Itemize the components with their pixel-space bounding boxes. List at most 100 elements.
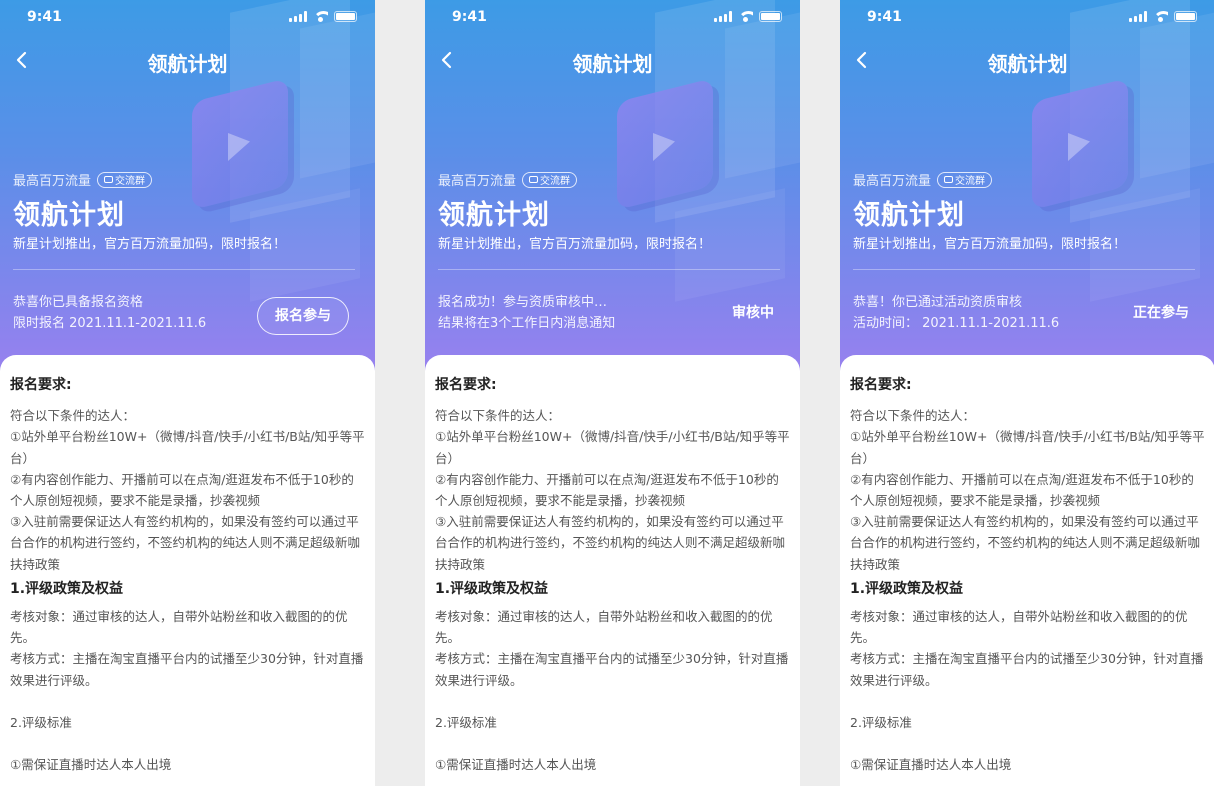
requirement-item: ②有内容创作能力、开播前可以在点淘/逛逛发布不低于10秒的个人原创短视频，要求不… bbox=[435, 471, 779, 509]
battery-icon bbox=[1174, 11, 1197, 22]
requirement-item: ①站外单平台粉丝10W+（微博/抖音/快手/小红书/B站/知乎等平台） bbox=[435, 429, 790, 466]
hero-tagline-row: 最高百万流量 交流群 bbox=[438, 170, 578, 189]
group-chip-label: 交流群 bbox=[955, 176, 986, 187]
group-chat-chip[interactable]: 交流群 bbox=[522, 171, 578, 188]
requirements-intro: 符合以下条件的达人： bbox=[10, 408, 136, 424]
hero-banner: 9:41 领航计划 最高百万流量 交流群 领航计划 新星计划推出，官方百万流量加… bbox=[425, 0, 800, 380]
requirement-item: ③入驻前需要保证达人有签约机构的，如果没有签约可以通过平台合作的机构进行签约，不… bbox=[435, 514, 786, 572]
assess-method: 考核方式：主播在淘宝直播平台内的试播至少30分钟，针对直播效果进行评级。 bbox=[850, 651, 1204, 688]
standard-item: ①需保证直播时达人本人出境 bbox=[10, 757, 172, 773]
group-chat-chip[interactable]: 交流群 bbox=[97, 171, 153, 188]
section-2-heading: 2.评级标准 bbox=[10, 714, 72, 730]
hero-subtitle: 新星计划推出，官方百万流量加码，限时报名！ bbox=[853, 237, 1127, 252]
nav-bar: 领航计划 bbox=[0, 40, 375, 80]
divider bbox=[13, 269, 355, 270]
requirements-heading: 报名要求: bbox=[10, 377, 72, 393]
status-icons bbox=[289, 11, 357, 22]
registration-status: 恭喜你已具备报名资格 限时报名 2021.11.1-2021.11.6 bbox=[13, 292, 206, 334]
requirement-item: ③入驻前需要保证达人有签约机构的，如果没有签约可以通过平台合作的机构进行签约，不… bbox=[850, 514, 1201, 572]
decor-building bbox=[300, 11, 375, 179]
section-2-heading: 2.评级标准 bbox=[850, 714, 912, 730]
requirement-item: ②有内容创作能力、开播前可以在点淘/逛逛发布不低于10秒的个人原创短视频，要求不… bbox=[850, 471, 1194, 509]
status-icons bbox=[714, 11, 782, 22]
group-chip-label: 交流群 bbox=[540, 176, 571, 187]
requirement-item: ③入驻前需要保证达人有签约机构的，如果没有签约可以通过平台合作的机构进行签约，不… bbox=[10, 514, 361, 572]
nav-bar: 领航计划 bbox=[425, 40, 800, 80]
section-heading: 1.评级政策及权益 bbox=[850, 580, 964, 597]
hero-subtitle: 新星计划推出，官方百万流量加码，限时报名！ bbox=[13, 237, 287, 252]
requirements-intro: 符合以下条件的达人： bbox=[435, 408, 561, 424]
chat-icon bbox=[944, 176, 954, 183]
phone-screen-1: 9:41 领航计划 最高百万流量 交流群 领航计划 新星计划推出，官方百万流量加… bbox=[0, 0, 375, 786]
requirement-item: ①站外单平台粉丝10W+（微博/抖音/快手/小红书/B站/知乎等平台） bbox=[10, 429, 365, 466]
chat-icon bbox=[104, 176, 114, 183]
hero-tagline-row: 最高百万流量 交流群 bbox=[13, 170, 153, 189]
requirements-heading: 报名要求: bbox=[435, 377, 497, 393]
signal-icon bbox=[289, 11, 307, 22]
hero-title: 领航计划 bbox=[853, 200, 965, 231]
hero-banner: 9:41 领航计划 最高百万流量 交流群 领航计划 新星计划推出，官方百万流量加… bbox=[840, 0, 1214, 380]
requirement-item: ②有内容创作能力、开播前可以在点淘/逛逛发布不低于10秒的个人原创短视频，要求不… bbox=[10, 471, 354, 509]
wifi-icon bbox=[738, 11, 753, 22]
divider bbox=[438, 269, 780, 270]
status-time: 9:41 bbox=[452, 9, 487, 25]
section-heading: 1.评级政策及权益 bbox=[435, 580, 549, 597]
wifi-icon bbox=[1153, 11, 1168, 22]
status-bar: 9:41 bbox=[425, 0, 800, 34]
signal-icon bbox=[1129, 11, 1147, 22]
requirements-intro: 符合以下条件的达人： bbox=[850, 408, 976, 424]
chat-icon bbox=[529, 176, 539, 183]
signal-icon bbox=[714, 11, 732, 22]
status-line-2: 结果将在3个工作日内消息通知 bbox=[438, 316, 616, 331]
divider bbox=[853, 269, 1195, 270]
requirements-content: 报名要求: 符合以下条件的达人： ①站外单平台粉丝10W+（微博/抖音/快手/小… bbox=[0, 355, 375, 786]
registration-status: 报名成功！参与资质审核中… 结果将在3个工作日内消息通知 bbox=[438, 292, 615, 334]
section-heading: 1.评级政策及权益 bbox=[10, 580, 124, 597]
group-chat-chip[interactable]: 交流群 bbox=[937, 171, 993, 188]
status-line-1: 恭喜你已具备报名资格 bbox=[13, 295, 144, 310]
decor-building bbox=[725, 11, 800, 179]
registration-status: 恭喜！你已通过活动资质审核 活动时间： 2021.11.1-2021.11.6 bbox=[853, 292, 1059, 334]
stage: 9:41 领航计划 最高百万流量 交流群 领航计划 新星计划推出，官方百万流量加… bbox=[0, 0, 1214, 786]
nav-title: 领航计划 bbox=[987, 52, 1068, 76]
hero-title: 领航计划 bbox=[13, 200, 125, 231]
standard-item: ①需保证直播时达人本人出境 bbox=[850, 757, 1012, 773]
participation-state-label: 审核中 bbox=[732, 305, 774, 321]
assess-method: 考核方式：主播在淘宝直播平台内的试播至少30分钟，针对直播效果进行评级。 bbox=[435, 651, 789, 688]
phone-screen-2: 9:41 领航计划 最高百万流量 交流群 领航计划 新星计划推出，官方百万流量加… bbox=[425, 0, 800, 786]
status-time: 9:41 bbox=[27, 9, 62, 25]
battery-icon bbox=[334, 11, 357, 22]
status-icons bbox=[1129, 11, 1197, 22]
assess-target: 考核对象：通过审核的达人，自带外站粉丝和收入截图的的优先。 bbox=[10, 609, 348, 646]
phone-screen-3: 9:41 领航计划 最高百万流量 交流群 领航计划 新星计划推出，官方百万流量加… bbox=[840, 0, 1214, 786]
join-button[interactable]: 报名参与 bbox=[257, 297, 349, 335]
requirements-content: 报名要求: 符合以下条件的达人： ①站外单平台粉丝10W+（微博/抖音/快手/小… bbox=[425, 355, 800, 786]
hero-tagline-row: 最高百万流量 交流群 bbox=[853, 170, 993, 189]
hero-subtitle: 新星计划推出，官方百万流量加码，限时报名！ bbox=[438, 237, 712, 252]
nav-title: 领航计划 bbox=[147, 52, 228, 76]
status-bar: 9:41 bbox=[0, 0, 375, 34]
status-line-1: 报名成功！参与资质审核中… bbox=[438, 295, 608, 310]
participation-state-label: 正在参与 bbox=[1133, 305, 1189, 321]
wifi-icon bbox=[313, 11, 328, 22]
battery-icon bbox=[759, 11, 782, 22]
requirements-content: 报名要求: 符合以下条件的达人： ①站外单平台粉丝10W+（微博/抖音/快手/小… bbox=[840, 355, 1214, 786]
assess-target: 考核对象：通过审核的达人，自带外站粉丝和收入截图的的优先。 bbox=[850, 609, 1188, 646]
hero-tagline: 最高百万流量 bbox=[13, 174, 92, 189]
assess-method: 考核方式：主播在淘宝直播平台内的试播至少30分钟，针对直播效果进行评级。 bbox=[10, 651, 364, 688]
nav-bar: 领航计划 bbox=[840, 40, 1214, 80]
standard-item: ①需保证直播时达人本人出境 bbox=[435, 757, 597, 773]
assess-target: 考核对象：通过审核的达人，自带外站粉丝和收入截图的的优先。 bbox=[435, 609, 773, 646]
requirement-item: ①站外单平台粉丝10W+（微博/抖音/快手/小红书/B站/知乎等平台） bbox=[850, 429, 1205, 466]
decor-building bbox=[1140, 11, 1214, 179]
section-2-heading: 2.评级标准 bbox=[435, 714, 497, 730]
hero-banner: 9:41 领航计划 最高百万流量 交流群 领航计划 新星计划推出，官方百万流量加… bbox=[0, 0, 375, 380]
status-time: 9:41 bbox=[867, 9, 902, 25]
hero-tagline: 最高百万流量 bbox=[438, 174, 517, 189]
status-bar: 9:41 bbox=[840, 0, 1214, 34]
requirements-heading: 报名要求: bbox=[850, 377, 912, 393]
hero-tagline: 最高百万流量 bbox=[853, 174, 932, 189]
group-chip-label: 交流群 bbox=[115, 176, 146, 187]
nav-title: 领航计划 bbox=[572, 52, 653, 76]
status-line-1: 恭喜！你已通过活动资质审核 bbox=[853, 295, 1023, 310]
